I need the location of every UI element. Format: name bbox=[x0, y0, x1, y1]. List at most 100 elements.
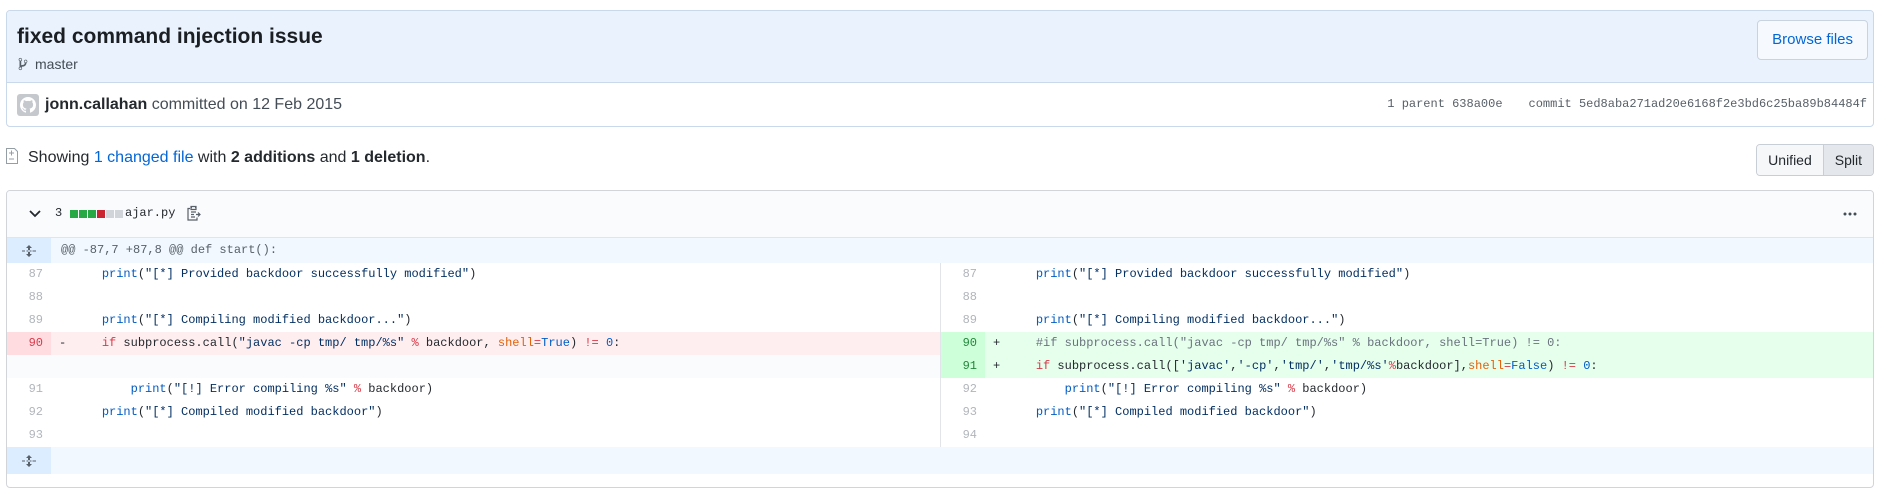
diff-empty-cell bbox=[7, 355, 940, 378]
diff-summary-bar: Showing 1 changed file with 2 additions … bbox=[6, 144, 1874, 176]
code-line: print("[*] Compiled modified backdoor") bbox=[73, 401, 383, 424]
line-number[interactable]: 90 bbox=[941, 332, 985, 355]
diff-left-cell: 88 bbox=[7, 286, 940, 309]
code-line: print("[*] Compiling modified backdoor..… bbox=[73, 309, 412, 332]
line-number[interactable]: 87 bbox=[7, 263, 51, 286]
token: "[*] Provided backdoor successfully modi… bbox=[1079, 267, 1404, 281]
diff-left-cell: 87 print("[*] Provided backdoor successf… bbox=[7, 263, 940, 286]
commit-title: fixed command injection issue bbox=[17, 25, 323, 48]
changed-files-link[interactable]: 1 changed file bbox=[94, 149, 194, 166]
token: backdoor], bbox=[1395, 359, 1468, 373]
line-number[interactable]: 88 bbox=[7, 286, 51, 309]
diff-row: 91 print("[!] Error compiling %s" % back… bbox=[7, 378, 1873, 401]
deletion-marker: - bbox=[59, 336, 67, 350]
summary-period: . bbox=[425, 149, 431, 166]
token: "javac -cp tmp/ tmp/%s" bbox=[238, 336, 405, 350]
token: backdoor, bbox=[418, 336, 498, 350]
line-number[interactable]: 87 bbox=[941, 263, 985, 286]
file-diff: 3 ajar.py @@ -87,7 +87,8 @@ def start():… bbox=[6, 190, 1874, 488]
file-name-link[interactable]: ajar.py bbox=[125, 206, 175, 220]
showing-label: Showing bbox=[28, 149, 90, 166]
unified-view-button[interactable]: Unified bbox=[1757, 145, 1823, 175]
diff-right-cell: 92 print("[!] Error compiling %s" % back… bbox=[940, 378, 1873, 401]
line-number[interactable]: 92 bbox=[7, 401, 51, 424]
commit-sha-group: 1 parent 638a00e commit 5ed8aba271ad20e6… bbox=[1387, 97, 1867, 111]
clippy-icon[interactable] bbox=[187, 205, 201, 221]
token: ( bbox=[1071, 267, 1080, 281]
line-number[interactable]: 88 bbox=[941, 286, 985, 309]
parent-sha-link[interactable]: 638a00e bbox=[1452, 97, 1502, 111]
diff-row: 88 88 bbox=[7, 286, 1873, 309]
token: backdoor) bbox=[1295, 382, 1368, 396]
token: False bbox=[1511, 359, 1548, 373]
code-line: #if subprocess.call("javac -cp tmp/ tmp/… bbox=[1007, 332, 1562, 355]
token: ) bbox=[375, 405, 383, 419]
token: subprocess.call( bbox=[116, 336, 239, 350]
token: ) bbox=[1338, 313, 1346, 327]
code-line: if subprocess.call("javac -cp tmp/ tmp/%… bbox=[73, 332, 621, 355]
code-line: print("[*] Compiled modified backdoor") bbox=[1007, 401, 1317, 424]
diff-right-cell: 94 bbox=[940, 424, 1873, 447]
committed-date: committed on 12 Feb 2015 bbox=[151, 96, 343, 113]
token: #if subprocess.call("javac -cp tmp/ tmp/… bbox=[1035, 336, 1562, 350]
token: 'tmp/' bbox=[1280, 359, 1324, 373]
expand-up-button[interactable] bbox=[7, 238, 51, 263]
token: ) bbox=[469, 267, 477, 281]
token: backdoor) bbox=[361, 382, 434, 396]
line-number[interactable]: 90 bbox=[7, 332, 51, 355]
file-diff-icon bbox=[6, 148, 18, 164]
token: ) bbox=[404, 313, 412, 327]
addition-marker: + bbox=[993, 359, 1001, 373]
token: shell bbox=[1467, 359, 1504, 373]
line-number[interactable]: 93 bbox=[941, 401, 985, 424]
line-number[interactable]: 92 bbox=[941, 378, 985, 401]
diffstat-block bbox=[70, 210, 78, 218]
browse-files-button[interactable]: Browse files bbox=[1757, 20, 1868, 60]
code-line: print("[*] Provided backdoor successfull… bbox=[1007, 263, 1410, 286]
diffstat-block bbox=[115, 210, 123, 218]
branch-indicator[interactable]: master bbox=[17, 56, 78, 72]
commit-author-line: jonn.callahan committed on 12 Feb 2015 bbox=[45, 96, 342, 114]
avatar[interactable] bbox=[17, 94, 39, 116]
token: ( bbox=[137, 313, 146, 327]
line-number[interactable]: 89 bbox=[7, 309, 51, 332]
diffstat-block bbox=[79, 210, 87, 218]
diff-right-cell: 88 bbox=[940, 286, 1873, 309]
line-number[interactable]: 91 bbox=[7, 378, 51, 401]
line-number[interactable]: 94 bbox=[941, 424, 985, 447]
token: ( bbox=[137, 267, 146, 281]
line-number[interactable]: 89 bbox=[941, 309, 985, 332]
commit-box: fixed command injection issue master Bro… bbox=[6, 10, 1874, 127]
token: % bbox=[1388, 359, 1396, 373]
diff-deletion-cell: 90 - if subprocess.call("javac -cp tmp/ … bbox=[7, 332, 940, 355]
diffstat-block bbox=[88, 210, 96, 218]
expand-down-button[interactable] bbox=[7, 447, 51, 474]
line-number[interactable]: 91 bbox=[941, 355, 985, 378]
chevron-down-icon[interactable] bbox=[29, 209, 41, 219]
line-number[interactable]: 93 bbox=[7, 424, 51, 447]
token: "[*] Compiled modified backdoor" bbox=[1079, 405, 1310, 419]
branch-name: master bbox=[35, 56, 78, 72]
kebab-horizontal-icon[interactable] bbox=[1843, 212, 1857, 216]
split-view-button[interactable]: Split bbox=[1822, 145, 1873, 175]
token: ( bbox=[1071, 313, 1080, 327]
addition-marker: + bbox=[993, 336, 1001, 350]
code-line: print("[!] Error compiling %s" % backdoo… bbox=[1007, 378, 1367, 401]
token: "[*] Compiling modified backdoor..." bbox=[1079, 313, 1339, 327]
author-link[interactable]: jonn.callahan bbox=[45, 96, 147, 113]
